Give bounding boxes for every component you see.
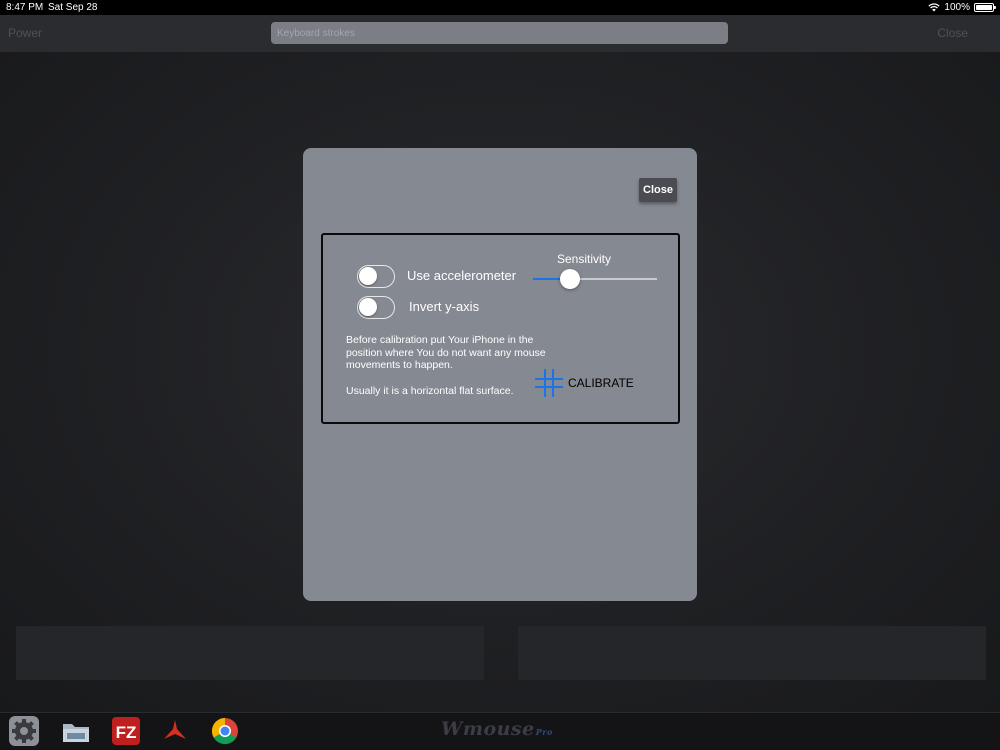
chrome-icon[interactable] [210,716,240,746]
slider-thumb[interactable] [560,269,581,289]
filezilla-icon[interactable]: FZ [111,716,141,746]
surface-hint: Usually it is a horizontal flat surface. [346,385,514,397]
calibrate-label: CALIBRATE [568,376,634,390]
use-accelerometer-label: Use accelerometer [407,268,517,283]
status-bar: 8:47 PM Sat Sep 28 100% [0,0,1000,15]
close-button[interactable]: Close [639,178,677,202]
wmouse-logo: WmousePro [441,718,553,740]
calibrate-button[interactable]: CALIBRATE [534,366,634,400]
left-mouse-button[interactable] [16,626,484,680]
invert-y-axis-label: Invert y-axis [409,299,480,314]
use-accelerometer-toggle[interactable] [357,265,395,288]
status-date: Sat Sep 28 [48,2,98,13]
calibration-instructions: Before calibration put Your iPhone in th… [346,334,546,371]
accelerometer-settings-dialog: Close Use accelerometer Invert y-axis Se… [303,148,697,601]
acrobat-icon[interactable] [160,716,190,746]
sensitivity-label: Sensitivity [557,252,612,266]
power-button[interactable]: Power [8,26,42,40]
sensitivity-slider[interactable] [533,269,657,289]
svg-text:FZ: FZ [116,723,137,742]
battery-percentage: 100% [944,2,970,13]
status-indicators: 100% [928,0,996,15]
crosshair-grid-icon [535,369,563,397]
battery-icon [974,3,996,12]
invert-y-axis-toggle[interactable] [357,296,395,319]
keyboard-strokes-input[interactable] [271,22,728,44]
gear-icon[interactable] [9,716,39,746]
toggle-knob [359,298,377,316]
top-close-button[interactable]: Close [937,26,968,40]
folder-icon[interactable] [61,716,91,746]
status-time: 8:47 PM [6,2,44,13]
right-mouse-button[interactable] [518,626,986,680]
wifi-icon [928,3,941,12]
settings-panel: Use accelerometer Invert y-axis Sensitiv… [321,233,680,424]
toggle-knob [359,267,377,285]
dock: FZ WmousePro [0,712,1000,750]
top-bar: Power Close [0,15,1000,52]
